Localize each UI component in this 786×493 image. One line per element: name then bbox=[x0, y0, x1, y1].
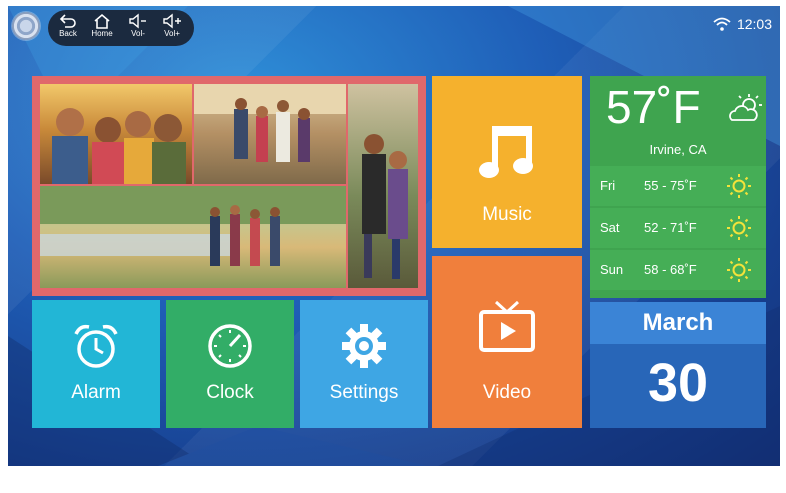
volume-up-button[interactable]: Vol+ bbox=[156, 12, 188, 44]
calendar-tile[interactable]: March 30 bbox=[590, 302, 766, 428]
forecast-day: Fri bbox=[600, 178, 616, 193]
partly-cloudy-icon bbox=[729, 94, 762, 121]
photo-family-selfie bbox=[40, 84, 192, 184]
forecast-row: Fri 55 - 75˚F bbox=[590, 166, 766, 206]
music-label: Music bbox=[482, 204, 532, 225]
photo-family-lake bbox=[40, 186, 346, 288]
weather-tile[interactable]: 57˚F Irvine, CA Fri 55 - 75˚F Sat 52 - 7… bbox=[590, 76, 766, 298]
clock-tile[interactable]: Clock bbox=[166, 300, 294, 428]
nav-bar: Back Home Vol- Vol+ bbox=[48, 10, 194, 46]
photo-mother-daughter bbox=[348, 84, 418, 288]
back-label: Back bbox=[59, 29, 77, 38]
mother-daughter-image bbox=[362, 134, 408, 279]
calendar-month: March bbox=[590, 302, 766, 344]
settings-label: Settings bbox=[329, 382, 399, 403]
wifi-icon bbox=[713, 17, 731, 31]
video-tile[interactable]: Video bbox=[432, 256, 582, 428]
settings-tile[interactable]: Settings bbox=[300, 300, 428, 428]
home-icon bbox=[94, 13, 110, 29]
sun-icon bbox=[727, 258, 751, 282]
status-bar: Back Home Vol- Vol+ 12:03 bbox=[8, 6, 780, 46]
photo-family-walk bbox=[194, 84, 346, 184]
volume-down-icon bbox=[129, 13, 146, 29]
tv-icon bbox=[479, 300, 535, 352]
home-label: Home bbox=[91, 29, 113, 38]
volume-up-icon bbox=[163, 13, 181, 29]
music-tile[interactable]: Music bbox=[432, 76, 582, 248]
back-arrow-icon bbox=[59, 14, 76, 28]
alarm-tile[interactable]: Alarm bbox=[32, 300, 160, 428]
home-screen: Back Home Vol- Vol+ 12:03 Music Video Al… bbox=[8, 6, 780, 466]
sun-icon bbox=[727, 174, 751, 198]
weather-location: Irvine, CA bbox=[649, 142, 707, 157]
alarm-clock-icon bbox=[74, 324, 118, 368]
forecast-day: Sun bbox=[600, 262, 624, 277]
photo-gallery-tile[interactable] bbox=[32, 76, 426, 296]
music-note-icon bbox=[479, 126, 533, 178]
current-temperature: 57˚F bbox=[606, 81, 701, 133]
forecast-range: 55 - 75˚F bbox=[644, 178, 697, 193]
volume-up-label: Vol+ bbox=[164, 29, 180, 38]
volume-down-button[interactable]: Vol- bbox=[122, 12, 154, 44]
clock-icon bbox=[208, 324, 252, 368]
home-button[interactable]: Home bbox=[86, 12, 118, 44]
home-orb-button[interactable] bbox=[12, 12, 40, 40]
back-button[interactable]: Back bbox=[52, 12, 84, 44]
volume-down-label: Vol- bbox=[131, 29, 145, 38]
alarm-label: Alarm bbox=[71, 382, 121, 403]
sun-icon bbox=[727, 216, 751, 240]
forecast-row: Sun 58 - 68˚F bbox=[590, 250, 766, 290]
family-selfie-image bbox=[52, 108, 186, 184]
family-walk-image bbox=[194, 84, 346, 162]
gear-icon bbox=[342, 324, 386, 368]
calendar-day: 30 bbox=[647, 353, 709, 413]
clock-label: Clock bbox=[206, 382, 254, 403]
status-indicators: 12:03 bbox=[713, 16, 772, 32]
forecast-day: Sat bbox=[600, 220, 620, 235]
forecast-range: 52 - 71˚F bbox=[644, 220, 697, 235]
forecast-row: Sat 52 - 71˚F bbox=[590, 208, 766, 248]
forecast-range: 58 - 68˚F bbox=[644, 262, 697, 277]
family-lake-image bbox=[40, 186, 346, 266]
video-label: Video bbox=[482, 382, 532, 403]
clock-time: 12:03 bbox=[736, 16, 772, 32]
